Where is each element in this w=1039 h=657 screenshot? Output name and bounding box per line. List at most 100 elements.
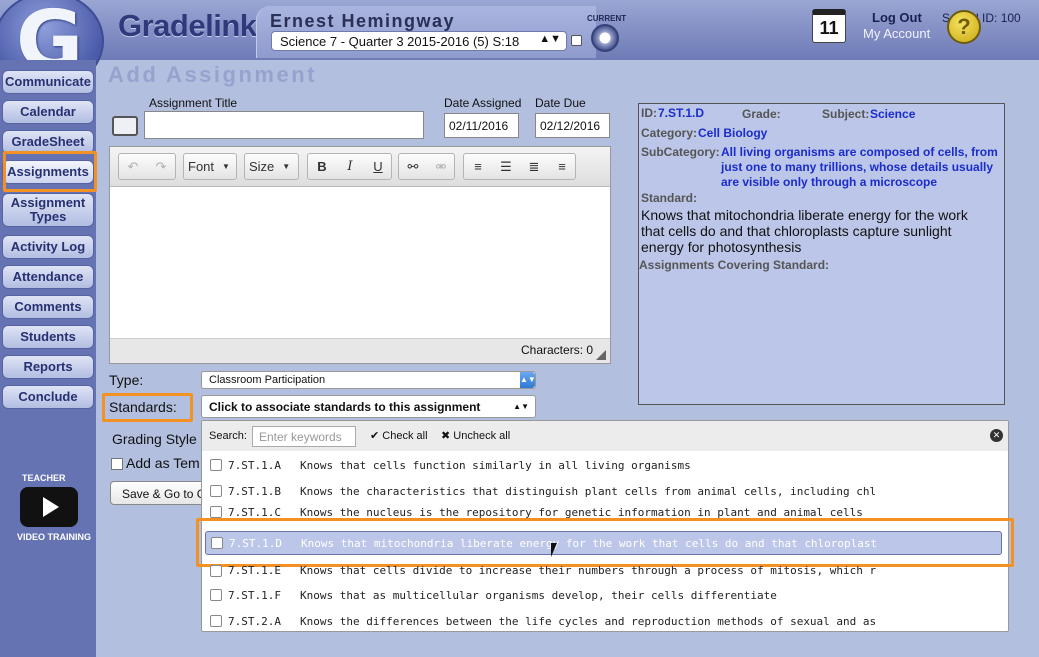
standard-checkbox[interactable]: [211, 537, 223, 549]
standard-text: Knows that cells function similarly in a…: [300, 458, 691, 472]
sidebar-item-reports[interactable]: Reports: [2, 355, 94, 379]
help-icon[interactable]: ?: [947, 10, 981, 44]
standards-select-value: Click to associate standards to this ass…: [209, 400, 481, 414]
standard-row[interactable]: 7.ST.2.A Knows the differences between t…: [205, 610, 1005, 632]
logout-link[interactable]: Log Out: [872, 10, 922, 25]
date-due-label: Date Due: [535, 96, 586, 110]
select-arrows-icon: ▲▼: [539, 33, 561, 45]
standard-text: Knows the characteristics that distingui…: [300, 484, 877, 498]
standard-checkbox[interactable]: [210, 485, 222, 497]
standard-checkbox[interactable]: [210, 565, 222, 577]
my-account-link[interactable]: My Account: [863, 26, 930, 41]
assignment-title-label: Assignment Title: [149, 96, 238, 110]
add-as-template-label: Add as Tem: [126, 455, 200, 471]
sidebar-item-students[interactable]: Students: [2, 325, 94, 349]
video-training-title: TEACHER: [22, 473, 66, 483]
chevron-down-icon: ▼: [282, 162, 291, 171]
standard-code: 7.ST.1.A: [228, 458, 281, 472]
bold-button[interactable]: B: [308, 154, 336, 179]
subcategory-label: SubCategory:: [641, 145, 720, 159]
subcategory-value: All living organisms are composed of cel…: [721, 145, 998, 189]
italic-button[interactable]: I: [336, 154, 364, 179]
standard-row[interactable]: 7.ST.1.B Knows the characteristics that …: [205, 480, 1005, 502]
video-training-button[interactable]: [20, 487, 78, 527]
sidebar-item-comments[interactable]: Comments: [2, 295, 94, 319]
standard-checkbox[interactable]: [210, 589, 222, 601]
align-center-icon[interactable]: ≡: [548, 154, 576, 179]
standard-code: 7.ST.2.A: [228, 614, 281, 628]
standard-text: Knows the differences between the life c…: [300, 614, 877, 628]
x-icon: ✖: [441, 430, 454, 442]
type-value: Classroom Participation: [209, 374, 326, 386]
link-icon[interactable]: ⚯: [399, 154, 427, 179]
standard-code: 7.ST.1.E: [228, 564, 281, 577]
sidebar-item-attendance[interactable]: Attendance: [2, 265, 94, 289]
date-due-input[interactable]: 02/12/2016: [535, 113, 610, 138]
standard-text: Knows that cells divide to increase thei…: [300, 564, 877, 577]
standard-checkbox[interactable]: [210, 459, 222, 471]
bullet-list-icon[interactable]: ☰: [492, 154, 520, 179]
font-label: Font: [188, 159, 215, 174]
check-all-label: Check all: [382, 430, 428, 442]
sidebar-item-activity-log[interactable]: Activity Log: [2, 235, 94, 259]
id-label: ID:: [641, 106, 657, 120]
add-as-template-checkbox[interactable]: [111, 458, 123, 470]
underline-button[interactable]: U: [364, 154, 392, 179]
standard-code: 7.ST.1.B: [228, 484, 281, 498]
category-label: Category:: [641, 126, 698, 140]
teacher-name: Ernest Hemingway: [270, 11, 456, 31]
resize-grip-icon[interactable]: [596, 350, 606, 360]
character-count: Characters: 0: [521, 343, 594, 357]
ordered-list-icon[interactable]: ≡: [464, 154, 492, 179]
standard-text: Knows that as multicellular organisms de…: [300, 588, 777, 602]
font-dropdown[interactable]: Font ▼: [183, 153, 237, 180]
subject-value: Science: [870, 107, 916, 121]
standard-row[interactable]: 7.ST.1.F Knows that as multicellular org…: [205, 584, 1005, 606]
sidebar-item-calendar[interactable]: Calendar: [2, 100, 94, 124]
unlink-icon[interactable]: ⚮: [427, 154, 455, 179]
uncheck-all-label: Uncheck all: [453, 430, 511, 442]
undo-redo-group: ↶ ↷: [118, 153, 176, 180]
uncheck-all-button[interactable]: ✖ Uncheck all: [441, 429, 510, 442]
standard-row-selected[interactable]: 7.ST.1.D Knows that mitochondria liberat…: [205, 531, 1002, 555]
class-select-value: Science 7 - Quarter 3 2015-2016 (5) S:18: [280, 34, 520, 49]
search-label: Search:: [209, 430, 247, 442]
sidebar-item-assignment-types[interactable]: Assignment Types: [2, 193, 94, 227]
standard-label: Standard:: [641, 191, 698, 205]
mouse-cursor-icon: [551, 543, 563, 557]
calendar-icon[interactable]: 11: [812, 9, 846, 43]
current-label: CURRENT: [587, 14, 627, 23]
type-label: Type:: [109, 372, 144, 388]
grade-label: Grade:: [742, 107, 781, 121]
play-icon: [43, 497, 59, 517]
undo-icon[interactable]: ↶: [119, 154, 147, 179]
size-dropdown[interactable]: Size ▼: [244, 153, 299, 180]
size-label: Size: [249, 159, 275, 174]
sidebar-item-communicate[interactable]: Communicate: [2, 70, 94, 94]
search-input[interactable]: Enter keywords: [252, 426, 356, 447]
align-left-icon[interactable]: ≣: [520, 154, 548, 179]
standard-row[interactable]: 7.ST.1.A Knows that cells function simil…: [205, 454, 1005, 476]
date-assigned-input[interactable]: 02/11/2016: [444, 113, 519, 138]
video-training-label: VIDEO TRAINING: [17, 532, 92, 542]
current-checkbox[interactable]: [571, 35, 582, 46]
clock-icon[interactable]: [591, 24, 619, 52]
close-icon[interactable]: ✕: [990, 429, 1003, 442]
standard-checkbox[interactable]: [210, 615, 222, 627]
brand-name: Gradelink: [118, 8, 257, 43]
standard-row[interactable]: 7.ST.1.E Knows that cells divide to incr…: [205, 563, 1005, 577]
save-go-button[interactable]: Save & Go to G: [110, 481, 210, 505]
sidebar-item-conclude[interactable]: Conclude: [2, 385, 94, 409]
select-arrows-icon: ▲▼: [513, 402, 529, 411]
assignment-title-input[interactable]: [144, 111, 424, 139]
folder-icon[interactable]: [112, 116, 138, 136]
standard-checkbox[interactable]: [210, 506, 222, 518]
date-assigned-label: Date Assigned: [444, 96, 522, 110]
standard-text: Knows that mitochondria liberate energy …: [301, 536, 878, 550]
type-select[interactable]: Classroom Participation ▲▼: [201, 371, 536, 389]
format-group: B I U: [307, 153, 392, 180]
redo-icon[interactable]: ↷: [147, 154, 175, 179]
check-all-button[interactable]: ✔ Check all: [370, 429, 428, 442]
standards-select[interactable]: Click to associate standards to this ass…: [201, 395, 536, 418]
class-select[interactable]: Science 7 - Quarter 3 2015-2016 (5) S:18…: [271, 31, 567, 51]
